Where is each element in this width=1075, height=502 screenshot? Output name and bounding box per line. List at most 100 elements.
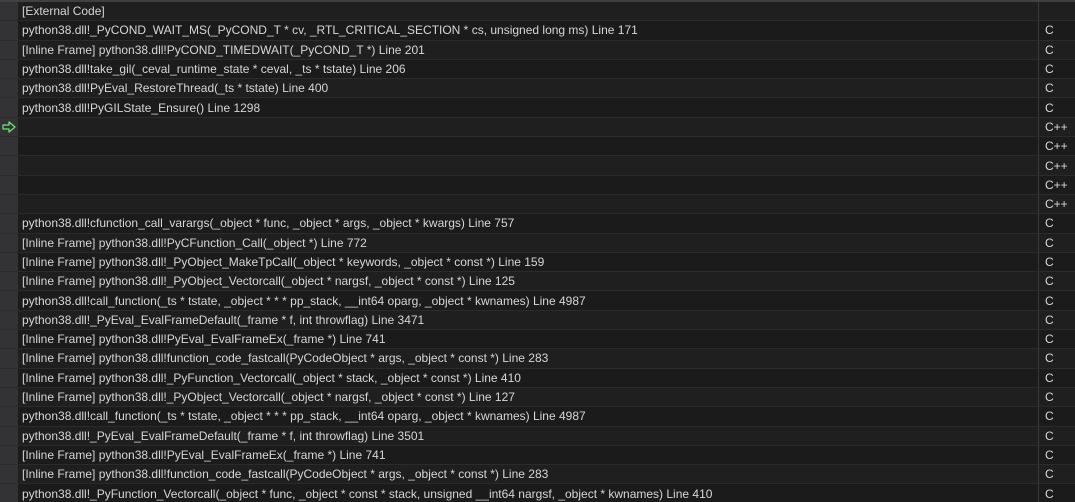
gutter <box>0 407 18 425</box>
frame-language: C <box>1039 81 1075 95</box>
frame-name: [Inline Frame] python38.dll!PyCFunction_… <box>18 236 1038 250</box>
stack-frame-row[interactable]: [Inline Frame] python38.dll!function_cod… <box>0 465 1075 484</box>
stack-frame-row[interactable]: [Inline Frame] python38.dll!_PyObject_Ve… <box>0 272 1075 291</box>
frame-language: C <box>1039 43 1075 57</box>
gutter <box>0 60 18 78</box>
gutter <box>0 41 18 59</box>
call-stack: [External Code] python38.dll!_PyCOND_WAIT… <box>0 2 1075 502</box>
frame-language: C <box>1039 448 1075 462</box>
stack-frame-row[interactable]: python38.dll!cfunction_call_varargs(_obj… <box>0 214 1075 233</box>
frame-name: [Inline Frame] python38.dll!PyCOND_TIMED… <box>18 43 1038 57</box>
gutter <box>0 484 18 502</box>
stack-frame-row[interactable]: python38.dll!_PyFunction_Vectorcall(_obj… <box>0 484 1075 502</box>
frame-name: python38.dll!_PyCOND_WAIT_MS(_PyCOND_T *… <box>18 23 1038 37</box>
stack-frame-row[interactable]: python38.dll!call_function(_ts * tstate,… <box>0 291 1075 310</box>
gutter <box>0 330 18 348</box>
column-divider[interactable] <box>1038 2 1039 20</box>
frame-name: [Inline Frame] python38.dll!function_cod… <box>18 467 1038 481</box>
gutter <box>0 427 18 445</box>
stack-frame-row[interactable]: python38.dll!_PyEval_EvalFrameDefault(_f… <box>0 311 1075 330</box>
frame-language: C++ <box>1039 197 1075 211</box>
frame-language: C <box>1039 23 1075 37</box>
gutter <box>0 253 18 271</box>
stack-frame-row[interactable]: [Inline Frame] python38.dll!_PyObject_Ve… <box>0 388 1075 407</box>
stack-frame-row[interactable]: [Inline Frame] python38.dll!PyCFunction_… <box>0 234 1075 253</box>
gutter <box>0 349 18 367</box>
gutter <box>0 465 18 483</box>
frame-language: C <box>1039 62 1075 76</box>
frame-language: C <box>1039 351 1075 365</box>
gutter <box>0 98 18 116</box>
frame-name: [Inline Frame] python38.dll!PyEval_EvalF… <box>18 332 1038 346</box>
stack-frame-row[interactable]: [Inline Frame] python38.dll!PyCOND_TIMED… <box>0 41 1075 60</box>
frame-language: C <box>1039 371 1075 385</box>
frame-language: C <box>1039 332 1075 346</box>
frame-language: C++ <box>1039 139 1075 153</box>
frame-name: python38.dll!cfunction_call_varargs(_obj… <box>18 216 1038 230</box>
frame-name: [Inline Frame] python38.dll!_PyObject_Ve… <box>18 390 1038 404</box>
gutter <box>0 234 18 252</box>
current-frame-arrow-icon <box>2 120 16 134</box>
frame-name: python38.dll!take_gil(_ceval_runtime_sta… <box>18 62 1038 76</box>
gutter <box>0 2 18 20</box>
gutter <box>0 291 18 309</box>
stack-frame-row[interactable]: C++ <box>0 118 1075 137</box>
stack-frame-row[interactable]: python38.dll!take_gil(_ceval_runtime_sta… <box>0 60 1075 79</box>
frame-name: [Inline Frame] python38.dll!function_cod… <box>18 351 1038 365</box>
gutter <box>0 79 18 97</box>
stack-frame-row[interactable]: C++ <box>0 195 1075 214</box>
stack-frame-row[interactable]: python38.dll!PyEval_RestoreThread(_ts * … <box>0 79 1075 98</box>
frame-name: [Inline Frame] python38.dll!_PyObject_Ve… <box>18 274 1038 288</box>
stack-frame-row[interactable]: [Inline Frame] python38.dll!_PyObject_Ma… <box>0 253 1075 272</box>
stack-frame-row[interactable]: [External Code] <box>0 2 1075 21</box>
frame-language: C <box>1039 274 1075 288</box>
frame-language: C <box>1039 294 1075 308</box>
frame-name: python38.dll!call_function(_ts * tstate,… <box>18 294 1038 308</box>
gutter <box>0 156 18 174</box>
frame-language: C++ <box>1039 120 1075 134</box>
frame-language: C <box>1039 216 1075 230</box>
gutter <box>0 21 18 39</box>
frame-name: python38.dll!PyGILState_Ensure() Line 12… <box>18 101 1038 115</box>
gutter <box>0 272 18 290</box>
stack-frame-row[interactable]: python38.dll!PyGILState_Ensure() Line 12… <box>0 98 1075 117</box>
frame-language: C++ <box>1039 178 1075 192</box>
gutter <box>0 311 18 329</box>
frame-language: C <box>1039 467 1075 481</box>
stack-frame-row[interactable]: [Inline Frame] python38.dll!_PyFunction_… <box>0 369 1075 388</box>
gutter <box>0 214 18 232</box>
frame-language: C <box>1039 390 1075 404</box>
gutter <box>0 388 18 406</box>
stack-frame-row[interactable]: [Inline Frame] python38.dll!PyEval_EvalF… <box>0 446 1075 465</box>
stack-frame-row[interactable]: C++ <box>0 156 1075 175</box>
frame-language: C <box>1039 409 1075 423</box>
frame-language: C <box>1039 255 1075 269</box>
frame-name: python38.dll!call_function(_ts * tstate,… <box>18 409 1038 423</box>
frame-name: python38.dll!_PyFunction_Vectorcall(_obj… <box>18 487 1038 501</box>
frame-name: python38.dll!_PyEval_EvalFrameDefault(_f… <box>18 313 1038 327</box>
frame-language: C <box>1039 429 1075 443</box>
stack-frame-row[interactable]: C++ <box>0 176 1075 195</box>
gutter <box>0 118 18 136</box>
stack-frame-row[interactable]: [Inline Frame] python38.dll!PyEval_EvalF… <box>0 330 1075 349</box>
frame-name: [External Code] <box>18 4 1038 18</box>
stack-frame-row[interactable]: [Inline Frame] python38.dll!function_cod… <box>0 349 1075 368</box>
gutter <box>0 446 18 464</box>
frame-name: [Inline Frame] python38.dll!_PyFunction_… <box>18 371 1038 385</box>
stack-frame-row[interactable]: python38.dll!_PyEval_EvalFrameDefault(_f… <box>0 427 1075 446</box>
stack-frame-row[interactable]: python38.dll!call_function(_ts * tstate,… <box>0 407 1075 426</box>
frame-name: python38.dll!PyEval_RestoreThread(_ts * … <box>18 81 1038 95</box>
frame-language: C <box>1039 487 1075 501</box>
stack-frame-row[interactable]: C++ <box>0 137 1075 156</box>
frame-name: [Inline Frame] python38.dll!_PyObject_Ma… <box>18 255 1038 269</box>
gutter <box>0 369 18 387</box>
frame-language: C <box>1039 236 1075 250</box>
frame-name: python38.dll!_PyEval_EvalFrameDefault(_f… <box>18 429 1038 443</box>
frame-language: C <box>1039 101 1075 115</box>
frame-name: [Inline Frame] python38.dll!PyEval_EvalF… <box>18 448 1038 462</box>
frame-language: C++ <box>1039 159 1075 173</box>
stack-frame-row[interactable]: python38.dll!_PyCOND_WAIT_MS(_PyCOND_T *… <box>0 21 1075 40</box>
gutter <box>0 195 18 213</box>
gutter <box>0 137 18 155</box>
gutter <box>0 176 18 194</box>
